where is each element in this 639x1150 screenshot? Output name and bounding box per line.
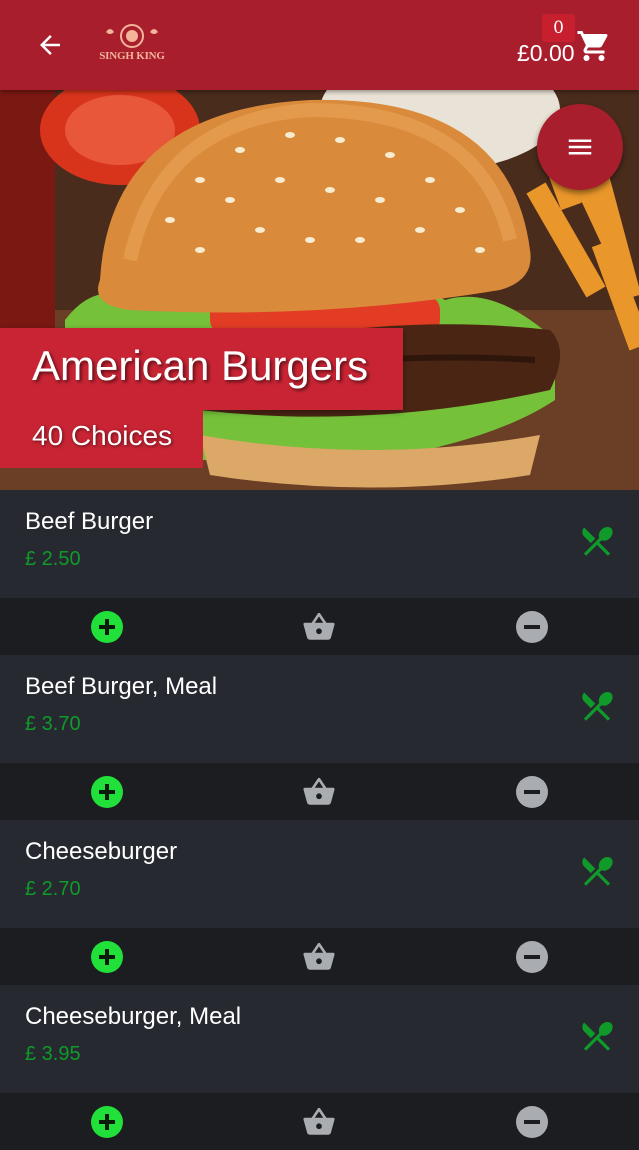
item-actions-bar <box>0 928 639 985</box>
minus-circle-icon <box>516 1106 548 1138</box>
item-price: £ 3.95 <box>25 1043 81 1065</box>
menu-item-info[interactable]: Beef Burger, Meal £ 3.70 <box>0 655 639 763</box>
fork-spoon-icon <box>582 526 613 556</box>
item-name: Cheeseburger, Meal <box>25 1003 242 1030</box>
basket-button[interactable] <box>302 940 336 974</box>
menu-item-list: Beef Burger £ 2.50 Beef Burger, Meal £ 3… <box>0 490 639 1150</box>
minus-circle-icon <box>516 611 548 643</box>
cart-total[interactable]: £0.00 <box>517 40 575 67</box>
back-button[interactable] <box>26 22 74 68</box>
minus-circle-icon <box>516 941 548 973</box>
add-item-button[interactable] <box>90 940 124 974</box>
item-price: £ 2.50 <box>25 548 81 570</box>
basket-icon <box>303 777 335 805</box>
menu-item-info[interactable]: Cheeseburger, Meal £ 3.95 <box>0 985 639 1093</box>
plus-circle-icon <box>91 776 123 808</box>
menu-item: Cheeseburger, Meal £ 3.95 <box>0 985 639 1150</box>
remove-item-button[interactable] <box>515 610 549 644</box>
top-app-bar: SINGH KING 0 £0.00 <box>0 0 639 90</box>
remove-item-button[interactable] <box>515 1105 549 1139</box>
item-actions-bar <box>0 763 639 820</box>
category-subtitle-box: 40 Choices <box>0 410 203 468</box>
plus-circle-icon <box>91 1106 123 1138</box>
shopping-cart-icon[interactable] <box>576 28 612 64</box>
item-price: £ 3.70 <box>25 713 81 735</box>
menu-item: Cheeseburger £ 2.70 <box>0 820 639 985</box>
menu-item: Beef Burger £ 2.50 <box>0 490 639 655</box>
menu-item-info[interactable]: Beef Burger £ 2.50 <box>0 490 639 598</box>
logo-emblem-icon <box>106 24 158 48</box>
logo-text: SINGH KING <box>99 50 165 62</box>
category-title-box: American Burgers <box>0 328 403 410</box>
fork-spoon-icon <box>582 1021 613 1051</box>
basket-icon <box>303 612 335 640</box>
basket-icon <box>303 1107 335 1135</box>
restaurant-logo[interactable]: SINGH KING <box>96 22 168 64</box>
remove-item-button[interactable] <box>515 775 549 809</box>
category-title: American Burgers <box>32 342 369 389</box>
hamburger-menu-icon <box>568 139 592 155</box>
arrow-left-icon <box>40 35 60 55</box>
item-actions-bar <box>0 1093 639 1150</box>
plus-circle-icon <box>91 611 123 643</box>
item-name: Beef Burger <box>25 508 154 535</box>
basket-button[interactable] <box>302 775 336 809</box>
item-actions-bar <box>0 598 639 655</box>
add-item-button[interactable] <box>90 610 124 644</box>
fork-spoon-icon <box>582 691 613 721</box>
remove-item-button[interactable] <box>515 940 549 974</box>
item-name: Beef Burger, Meal <box>25 673 218 700</box>
add-item-button[interactable] <box>90 775 124 809</box>
menu-item-info[interactable]: Cheeseburger £ 2.70 <box>0 820 639 928</box>
cart-count-badge[interactable]: 0 <box>542 14 575 42</box>
basket-button[interactable] <box>302 1105 336 1139</box>
category-choices-count: 40 Choices <box>32 420 173 451</box>
basket-icon <box>303 942 335 970</box>
minus-circle-icon <box>516 776 548 808</box>
basket-button[interactable] <box>302 610 336 644</box>
menu-item: Beef Burger, Meal £ 3.70 <box>0 655 639 820</box>
item-price: £ 2.70 <box>25 878 81 900</box>
plus-circle-icon <box>91 941 123 973</box>
item-name: Cheeseburger <box>25 838 178 865</box>
fork-spoon-icon <box>582 856 613 886</box>
menu-button[interactable] <box>537 104 623 190</box>
add-item-button[interactable] <box>90 1105 124 1139</box>
